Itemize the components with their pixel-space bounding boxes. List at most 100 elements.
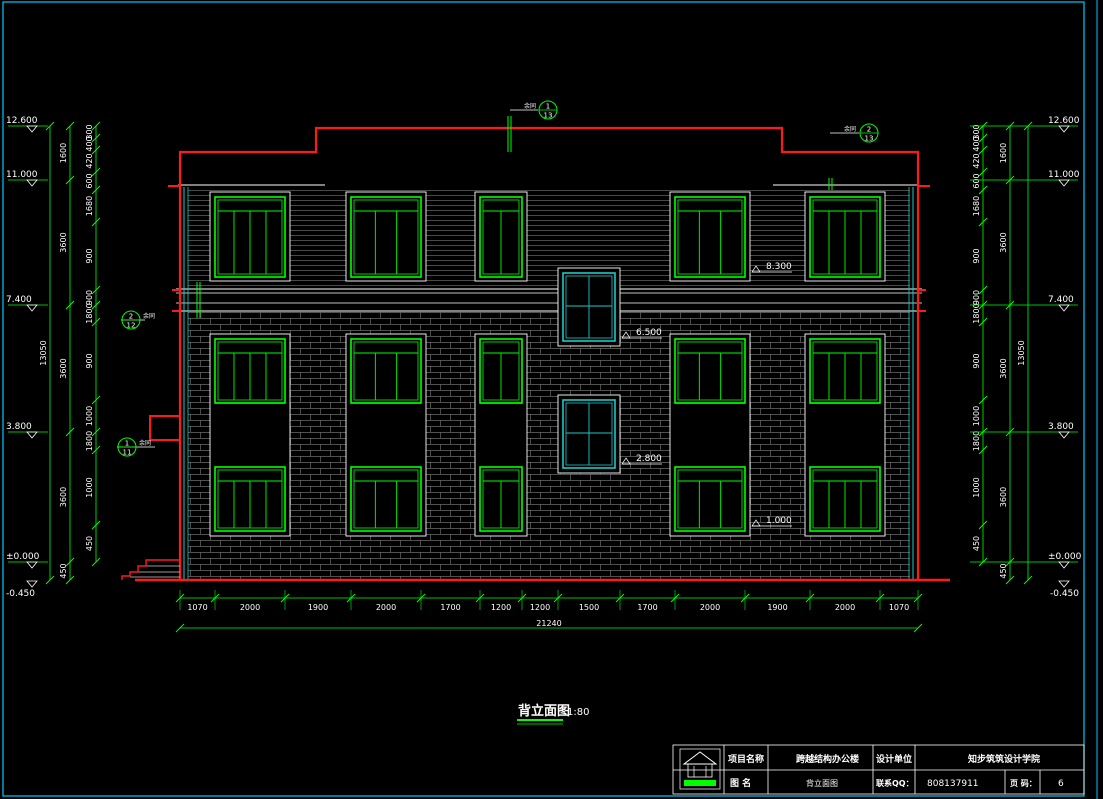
lower-window-frame bbox=[345, 333, 427, 537]
dimension-label: 450 bbox=[85, 536, 94, 551]
drawing-name-label: 图 名 bbox=[730, 777, 751, 789]
dimension-label: 900 bbox=[85, 248, 94, 263]
upper-window-frame bbox=[345, 191, 427, 282]
dimension-label: 1070 bbox=[187, 603, 207, 612]
title-block-logo bbox=[679, 748, 721, 790]
elevation-label: 1.000 bbox=[766, 516, 792, 526]
elevation-triangle bbox=[26, 179, 38, 187]
elevation-triangle bbox=[26, 561, 38, 569]
elevation-label: 3.800 bbox=[6, 422, 32, 432]
dimension-label: 900 bbox=[972, 353, 981, 368]
drawing-title-scale: 1:80 bbox=[567, 707, 589, 718]
dimension-label: 3600 bbox=[59, 487, 68, 507]
elevation-label: 12.600 bbox=[6, 116, 38, 126]
dimension-label: 3600 bbox=[59, 358, 68, 378]
callout-text: 余同 bbox=[143, 312, 155, 320]
dimension-label: 1200 bbox=[530, 603, 550, 612]
elevation-label: 2.800 bbox=[636, 454, 662, 464]
elevation-triangle bbox=[1058, 561, 1070, 569]
design-unit-label: 设计单位 bbox=[876, 753, 912, 765]
dimension-label: 1000 bbox=[972, 406, 981, 426]
dimension-label: 1500 bbox=[579, 603, 599, 612]
dimension-label: 600 bbox=[85, 173, 94, 188]
elevation-triangle bbox=[26, 125, 38, 133]
upper-window-frame bbox=[669, 191, 751, 282]
dimension-label: 2000 bbox=[700, 603, 720, 612]
upper-siding bbox=[188, 187, 910, 290]
elevation-label: 6.500 bbox=[636, 328, 662, 338]
elevation-triangle bbox=[1058, 304, 1070, 312]
dimension-label: 1070 bbox=[889, 603, 909, 612]
dimension-label: 1700 bbox=[637, 603, 657, 612]
dimension-label: 1680 bbox=[85, 196, 94, 216]
elevation-triangle bbox=[1058, 125, 1070, 133]
left-dimension-chain: 3004004206001680900900180090010001800100… bbox=[39, 121, 101, 585]
dimension-label: 420 bbox=[85, 153, 94, 168]
dimension-label: 400 bbox=[85, 136, 94, 151]
elevation-label: ±0.000 bbox=[1048, 552, 1082, 562]
dimension-label: 1000 bbox=[972, 477, 981, 497]
dimension-label: 1680 bbox=[972, 196, 981, 216]
elevation-label: -0.450 bbox=[6, 589, 35, 599]
dimension-label: 3600 bbox=[999, 487, 1008, 507]
contact-label: 联系QQ： bbox=[876, 778, 914, 788]
callout-text: 余同 bbox=[844, 125, 856, 133]
lower-window-frame bbox=[669, 333, 751, 537]
project-name: 跨越结构办公楼 bbox=[796, 753, 859, 765]
callout-sheet: 13 bbox=[865, 135, 874, 143]
dimension-label: 1800 bbox=[972, 303, 981, 323]
elevation-label: 8.300 bbox=[766, 262, 792, 272]
dimension-label: 2000 bbox=[240, 603, 260, 612]
elevation-triangle bbox=[26, 580, 38, 588]
elevation-label: 11.000 bbox=[6, 170, 38, 180]
dimension-label: 3600 bbox=[999, 232, 1008, 252]
drawing-name: 背立面图 bbox=[806, 778, 838, 788]
elevation-label: 3.800 bbox=[1048, 422, 1074, 432]
dimension-total-label: 13050 bbox=[1017, 340, 1026, 365]
dimension-label: 900 bbox=[972, 290, 981, 305]
elevation-triangle bbox=[26, 431, 38, 439]
elevation-label: 7.400 bbox=[1048, 295, 1074, 305]
callout-sheet: 13 bbox=[544, 112, 553, 120]
dimension-total-label: 21240 bbox=[536, 619, 561, 628]
dimension-label: 1800 bbox=[85, 303, 94, 323]
dimension-label: 1600 bbox=[999, 143, 1008, 163]
dimension-label: 1700 bbox=[440, 603, 460, 612]
callout-sheet: 11 bbox=[123, 449, 132, 457]
dimension-label: 1800 bbox=[972, 431, 981, 451]
dimension-total-label: 13050 bbox=[39, 340, 48, 365]
brick-wall bbox=[188, 312, 910, 580]
page-value: 6 bbox=[1058, 779, 1064, 789]
dimension-label: 900 bbox=[85, 290, 94, 305]
dimension-label: 900 bbox=[85, 353, 94, 368]
dimension-label: 1600 bbox=[59, 143, 68, 163]
elevation-drawing: 3004004206001680900900180090010001800100… bbox=[2, 0, 1098, 799]
dimension-label: 900 bbox=[972, 248, 981, 263]
design-unit: 知步筑筑设计学院 bbox=[967, 753, 1040, 765]
elevation-triangle bbox=[26, 304, 38, 312]
dimension-label: 1200 bbox=[491, 603, 511, 612]
dimension-label: 600 bbox=[972, 173, 981, 188]
callout-sheet: 12 bbox=[127, 322, 136, 330]
callout-number: 2 bbox=[129, 313, 133, 321]
dimension-label: 1900 bbox=[308, 603, 328, 612]
elevation-label: 11.000 bbox=[1048, 170, 1080, 180]
dimension-label: 450 bbox=[59, 563, 68, 578]
elevation-label: -0.450 bbox=[1050, 589, 1079, 599]
dimension-label: 3600 bbox=[999, 358, 1008, 378]
elevation-triangle bbox=[1058, 580, 1070, 588]
page-label: 页 码： bbox=[1010, 779, 1037, 788]
dimension-label: 1000 bbox=[85, 406, 94, 426]
callout-text: 余同 bbox=[524, 102, 536, 110]
elevation-label: ±0.000 bbox=[6, 552, 40, 562]
callout-text: 余同 bbox=[139, 439, 151, 447]
drawing-title-name: 背立面图 bbox=[518, 703, 570, 719]
callout-number: 2 bbox=[867, 126, 871, 134]
elevation-label: 12.600 bbox=[1048, 116, 1080, 126]
contact-value: 808137911 bbox=[927, 779, 979, 789]
right-dimension-chain: 3004004206001680900900180090010001800100… bbox=[972, 121, 1033, 585]
elevation-triangle bbox=[1058, 431, 1070, 439]
callout-number: 1 bbox=[125, 440, 129, 448]
dimension-label: 450 bbox=[972, 536, 981, 551]
dimension-label: 1800 bbox=[85, 431, 94, 451]
